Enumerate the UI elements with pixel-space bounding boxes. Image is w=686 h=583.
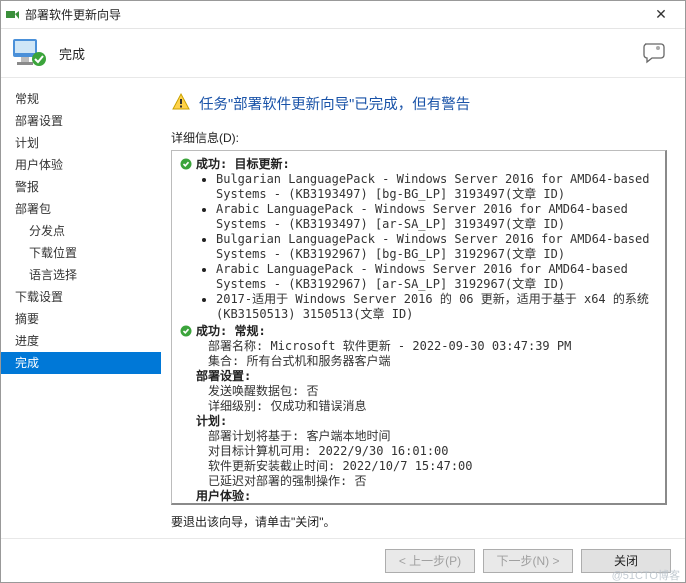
detail-line: 对目标计算机可用: 2022/9/30 16:01:00 xyxy=(208,444,659,459)
detail-line: 用户通知: 在软件中心中显示并显示所有通知 xyxy=(208,504,659,505)
sidebar-item-11[interactable]: 进度 xyxy=(1,330,161,352)
detail-group-0: 成功: 目标更新:Bulgarian LanguagePack - Window… xyxy=(196,157,659,322)
detail-group-title: 成功: 目标更新: xyxy=(196,157,659,172)
detail-bullet: Arabic LanguagePack - Windows Server 201… xyxy=(216,262,659,292)
close-icon[interactable]: ✕ xyxy=(641,6,681,23)
detail-line: 部署名称: Microsoft 软件更新 - 2022-09-30 03:47:… xyxy=(208,339,659,354)
detail-bullet: Arabic LanguagePack - Windows Server 201… xyxy=(216,202,659,232)
sidebar-item-3[interactable]: 用户体验 xyxy=(1,154,161,176)
header-title: 完成 xyxy=(59,44,641,63)
detail-bullet-list: Bulgarian LanguagePack - Windows Server … xyxy=(204,172,659,322)
detail-bullet: Bulgarian LanguagePack - Windows Server … xyxy=(216,232,659,262)
detail-group-1: 成功: 常规:部署名称: Microsoft 软件更新 - 2022-09-30… xyxy=(196,324,659,505)
detail-line: 发送唤醒数据包: 否 xyxy=(208,384,659,399)
next-button: 下一步(N) > xyxy=(483,549,573,573)
prev-button: < 上一步(P) xyxy=(385,549,475,573)
header: 完成 xyxy=(1,29,685,77)
detail-line-list: 用户通知: 在软件中心中显示并显示所有通知达到截止时间后在维护时段外安装软件更新… xyxy=(196,504,659,505)
details-box[interactable]: 成功: 目标更新:Bulgarian LanguagePack - Window… xyxy=(171,150,667,505)
app-icon xyxy=(5,8,19,22)
sidebar-item-1[interactable]: 部署设置 xyxy=(1,110,161,132)
completion-text: 任务"部署软件更新向导"已完成，但有警告 xyxy=(199,93,470,114)
warning-icon xyxy=(171,92,191,115)
sidebar-item-12[interactable]: 完成 xyxy=(1,352,161,374)
content: 任务"部署软件更新向导"已完成，但有警告 详细信息(D): 成功: 目标更新:B… xyxy=(161,78,685,538)
footer: < 上一步(P) 下一步(N) > 关闭 xyxy=(1,538,685,582)
main: 常规部署设置计划用户体验警报部署包分发点下载位置语言选择下载设置摘要进度完成 任… xyxy=(1,78,685,538)
detail-section-head: 用户体验: xyxy=(196,489,659,504)
detail-line-list: 发送唤醒数据包: 否详细级别: 仅成功和错误消息 xyxy=(196,384,659,414)
sidebar-item-2[interactable]: 计划 xyxy=(1,132,161,154)
success-icon xyxy=(180,158,192,170)
success-icon xyxy=(180,325,192,337)
help-icon[interactable] xyxy=(641,39,669,67)
detail-line: 软件更新安装截止时间: 2022/10/7 15:47:00 xyxy=(208,459,659,474)
detail-line: 详细级别: 仅成功和错误消息 xyxy=(208,399,659,414)
detail-bullet: 2017-适用于 Windows Server 2016 的 06 更新，适用于… xyxy=(216,292,659,322)
details-label: 详细信息(D): xyxy=(171,129,667,146)
detail-section-head: 计划: xyxy=(196,414,659,429)
detail-line-list: 部署计划将基于: 客户端本地时间对目标计算机可用: 2022/9/30 16:0… xyxy=(196,429,659,489)
detail-line: 集合: 所有台式机和服务器客户端 xyxy=(208,354,659,369)
detail-section-head: 部署设置: xyxy=(196,369,659,384)
sidebar-item-6[interactable]: 分发点 xyxy=(1,220,161,242)
wizard-icon xyxy=(9,33,49,73)
sidebar-item-5[interactable]: 部署包 xyxy=(1,198,161,220)
sidebar-item-7[interactable]: 下载位置 xyxy=(1,242,161,264)
detail-line: 部署计划将基于: 客户端本地时间 xyxy=(208,429,659,444)
close-button[interactable]: 关闭 xyxy=(581,549,671,573)
window-title: 部署软件更新向导 xyxy=(25,6,641,23)
sidebar-item-4[interactable]: 警报 xyxy=(1,176,161,198)
sidebar-item-9[interactable]: 下载设置 xyxy=(1,286,161,308)
detail-line-list: 部署名称: Microsoft 软件更新 - 2022-09-30 03:47:… xyxy=(196,339,659,369)
sidebar-item-8[interactable]: 语言选择 xyxy=(1,264,161,286)
sidebar-item-10[interactable]: 摘要 xyxy=(1,308,161,330)
detail-group-title: 成功: 常规: xyxy=(196,324,659,339)
sidebar-item-0[interactable]: 常规 xyxy=(1,88,161,110)
titlebar: 部署软件更新向导 ✕ xyxy=(1,1,685,29)
sidebar: 常规部署设置计划用户体验警报部署包分发点下载位置语言选择下载设置摘要进度完成 xyxy=(1,78,161,538)
detail-bullet: Bulgarian LanguagePack - Windows Server … xyxy=(216,172,659,202)
exit-note: 要退出该向导，请单击"关闭"。 xyxy=(171,513,667,530)
completion-message: 任务"部署软件更新向导"已完成，但有警告 xyxy=(171,92,667,115)
detail-line: 已延迟对部署的强制操作: 否 xyxy=(208,474,659,489)
